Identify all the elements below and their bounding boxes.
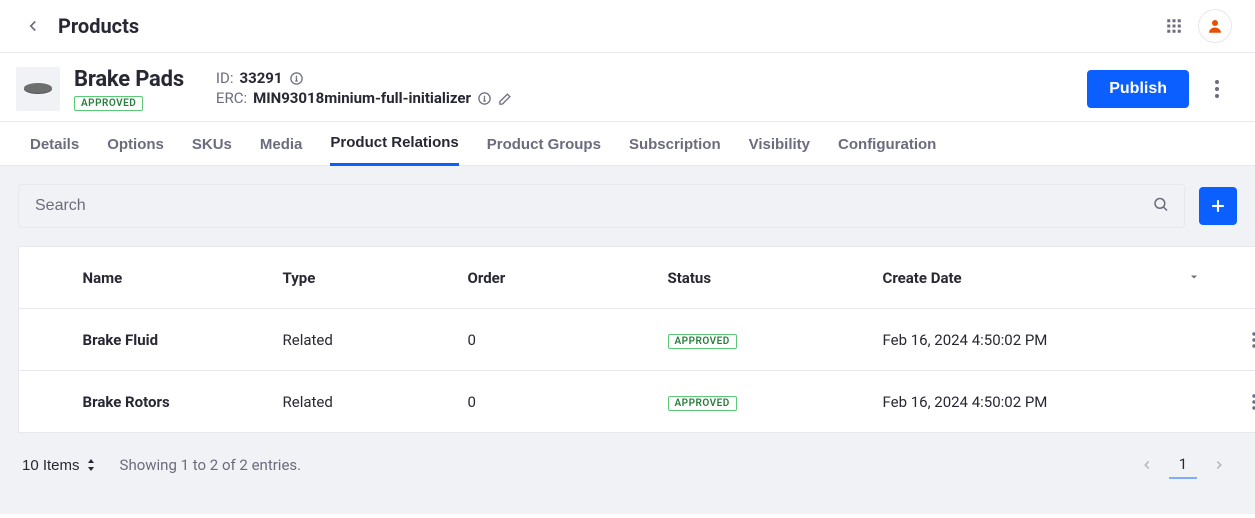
column-type[interactable]: Type xyxy=(267,247,452,309)
column-create-date[interactable]: Create Date xyxy=(867,247,1172,309)
product-erc-label: ERC: xyxy=(216,89,247,107)
tab-configuration[interactable]: Configuration xyxy=(838,122,936,166)
sort-dropdown[interactable] xyxy=(1188,271,1200,286)
tab-media[interactable]: Media xyxy=(260,122,303,166)
table-row: Brake Rotors Related 0 APPROVED Feb 16, … xyxy=(19,371,1255,433)
search-icon[interactable] xyxy=(1146,190,1176,223)
cell-create-date: Feb 16, 2024 4:50:02 PM xyxy=(867,371,1172,433)
info-icon[interactable] xyxy=(289,71,304,86)
row-actions-menu[interactable] xyxy=(1243,320,1255,360)
product-thumbnail xyxy=(16,67,60,111)
product-id-value: 33291 xyxy=(239,69,282,87)
column-order[interactable]: Order xyxy=(452,247,652,309)
tab-product-groups[interactable]: Product Groups xyxy=(487,122,601,166)
apps-grid-icon[interactable] xyxy=(1165,17,1183,35)
row-status-badge: APPROVED xyxy=(668,334,737,349)
user-avatar[interactable] xyxy=(1199,10,1231,42)
product-erc-value: MIN93018minium-full-initializer xyxy=(253,89,471,107)
cell-order: 0 xyxy=(452,371,652,433)
tab-skus[interactable]: SKUs xyxy=(192,122,232,166)
table-row: Brake Fluid Related 0 APPROVED Feb 16, 2… xyxy=(19,309,1255,371)
tab-product-relations[interactable]: Product Relations xyxy=(330,122,458,166)
tab-options[interactable]: Options xyxy=(107,122,164,166)
tab-subscription[interactable]: Subscription xyxy=(629,122,721,166)
cell-order: 0 xyxy=(452,309,652,371)
page-size-label: 10 Items xyxy=(22,457,80,474)
tab-visibility[interactable]: Visibility xyxy=(749,122,810,166)
product-name: Brake Pads xyxy=(74,67,184,92)
current-page[interactable]: 1 xyxy=(1169,451,1197,479)
search-input[interactable] xyxy=(19,185,1184,227)
info-icon[interactable] xyxy=(477,91,492,106)
page-size-selector[interactable]: 10 Items xyxy=(22,457,96,474)
row-status-badge: APPROVED xyxy=(668,396,737,411)
cell-type: Related xyxy=(267,371,452,433)
cell-create-date: Feb 16, 2024 4:50:02 PM xyxy=(867,309,1172,371)
column-name[interactable]: Name xyxy=(67,247,267,309)
back-icon[interactable] xyxy=(24,17,42,35)
add-button[interactable] xyxy=(1199,187,1237,225)
edit-icon[interactable] xyxy=(498,91,513,106)
cell-name[interactable]: Brake Fluid xyxy=(67,309,267,371)
tab-details[interactable]: Details xyxy=(30,122,79,166)
column-status[interactable]: Status xyxy=(652,247,867,309)
product-id-label: ID: xyxy=(216,69,234,87)
cell-type: Related xyxy=(267,309,452,371)
cell-name[interactable]: Brake Rotors xyxy=(67,371,267,433)
product-actions-menu[interactable] xyxy=(1203,72,1231,106)
row-actions-menu[interactable] xyxy=(1243,382,1255,422)
page-title: Products xyxy=(58,14,139,38)
publish-button[interactable]: Publish xyxy=(1087,70,1189,108)
status-badge: APPROVED xyxy=(74,96,143,111)
pagination-summary: Showing 1 to 2 of 2 entries. xyxy=(120,456,302,474)
prev-page-button[interactable] xyxy=(1133,451,1161,479)
next-page-button[interactable] xyxy=(1205,451,1233,479)
